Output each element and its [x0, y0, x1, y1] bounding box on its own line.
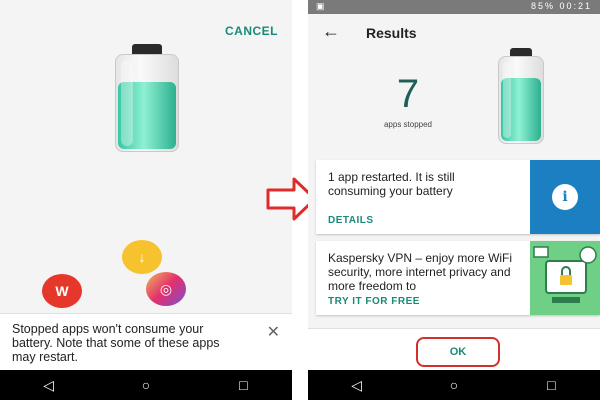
instagram-app-icon: ◎ — [146, 272, 186, 306]
left-screen: CANCEL ↓ W ◎ Stopped apps won't consume … — [0, 0, 292, 400]
nav-bar: ◁ ○ □ — [308, 370, 600, 400]
back-triangle-icon[interactable]: ◁ — [29, 377, 69, 394]
status-right: 85% 00:21 — [530, 1, 592, 11]
vpn-illustration — [530, 241, 600, 315]
apps-stopped-label: apps stopped — [383, 120, 433, 129]
ok-bar: OK — [308, 328, 600, 371]
right-screen: ▣ 85% 00:21 ← Results 7 apps stopped 1 a… — [308, 0, 600, 400]
battery-icon — [115, 44, 179, 152]
image-icon: ▣ — [316, 1, 325, 11]
try-it-free-link[interactable]: TRY IT FOR FREE — [328, 296, 420, 307]
card-text: 1 app restarted. It is still consuming y… — [328, 170, 455, 198]
nav-bar: ◁ ○ □ — [0, 370, 292, 400]
vpn-illustration-graphic — [533, 246, 597, 303]
battery-icon — [498, 48, 544, 144]
ok-button[interactable]: OK — [416, 337, 500, 367]
info-panel: i — [530, 160, 600, 234]
back-arrow-icon[interactable]: ← — [322, 21, 340, 42]
downloader-app-icon: ↓ — [122, 240, 162, 274]
vpn-promo-card[interactable]: Kaspersky VPN – enjoy more WiFi security… — [316, 241, 600, 315]
wps-office-app-icon: W — [42, 274, 82, 308]
home-circle-icon[interactable]: ○ — [126, 377, 166, 393]
info-banner: Stopped apps won't consume your battery.… — [0, 313, 292, 371]
card-text: Kaspersky VPN – enjoy more WiFi security… — [328, 251, 513, 293]
back-triangle-icon[interactable]: ◁ — [337, 377, 377, 394]
details-link[interactable]: DETAILS — [328, 215, 374, 226]
recents-square-icon[interactable]: □ — [223, 377, 263, 393]
status-bar: ▣ 85% 00:21 — [308, 0, 600, 14]
page-title: Results — [366, 25, 417, 41]
info-icon: i — [552, 184, 578, 210]
apps-stopped-count: 7 — [396, 72, 420, 116]
results-header: ← Results — [308, 14, 600, 50]
recents-square-icon[interactable]: □ — [531, 377, 571, 393]
banner-text: Stopped apps won't consume your battery.… — [12, 322, 220, 364]
home-circle-icon[interactable]: ○ — [434, 377, 474, 393]
close-icon[interactable]: ✕ — [267, 322, 280, 342]
restarted-app-card[interactable]: 1 app restarted. It is still consuming y… — [316, 160, 600, 234]
cancel-button[interactable]: CANCEL — [225, 24, 278, 38]
